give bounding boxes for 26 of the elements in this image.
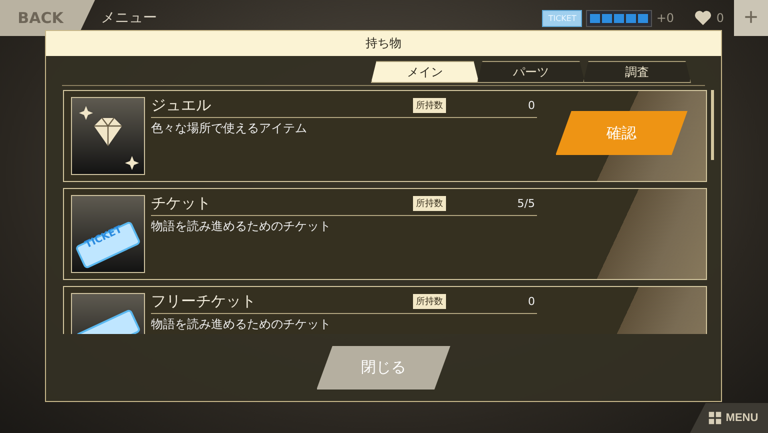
tab[interactable]: パーツ	[477, 61, 585, 83]
heart-count: 0	[716, 11, 724, 25]
grid-icon	[708, 411, 722, 425]
screen-title: メニュー	[101, 9, 157, 27]
item-description: 物語を読み進めるためのチケット	[151, 218, 332, 235]
ticket-badge: TICKET	[542, 10, 582, 26]
dialog-title: 持ち物	[46, 31, 721, 56]
menu-button[interactable]: MENU	[690, 403, 768, 433]
scrollbar-thumb[interactable]	[711, 90, 714, 160]
owned-count: 5/5	[517, 197, 536, 210]
owned-label: 所持数	[413, 98, 446, 113]
ticket-gauge	[586, 10, 652, 26]
item-description: 物語を読み進めるためのチケット	[151, 316, 332, 333]
ticket-bonus: +0	[656, 11, 676, 25]
owned-label: 所持数	[413, 294, 446, 309]
owned-count: 0	[528, 99, 536, 112]
tab[interactable]: 調査	[583, 61, 691, 83]
item-name: チケット	[151, 194, 212, 213]
owned-label: 所持数	[413, 196, 446, 211]
item-name: ジュエル	[151, 96, 212, 115]
heart-icon	[694, 10, 712, 26]
item-description: 色々な場所で使えるアイテム	[151, 120, 308, 137]
tab[interactable]: メイン	[371, 61, 479, 83]
ticket-icon	[74, 220, 142, 270]
item-name: フリーチケット	[151, 292, 257, 311]
owned-count: 0	[528, 295, 536, 308]
